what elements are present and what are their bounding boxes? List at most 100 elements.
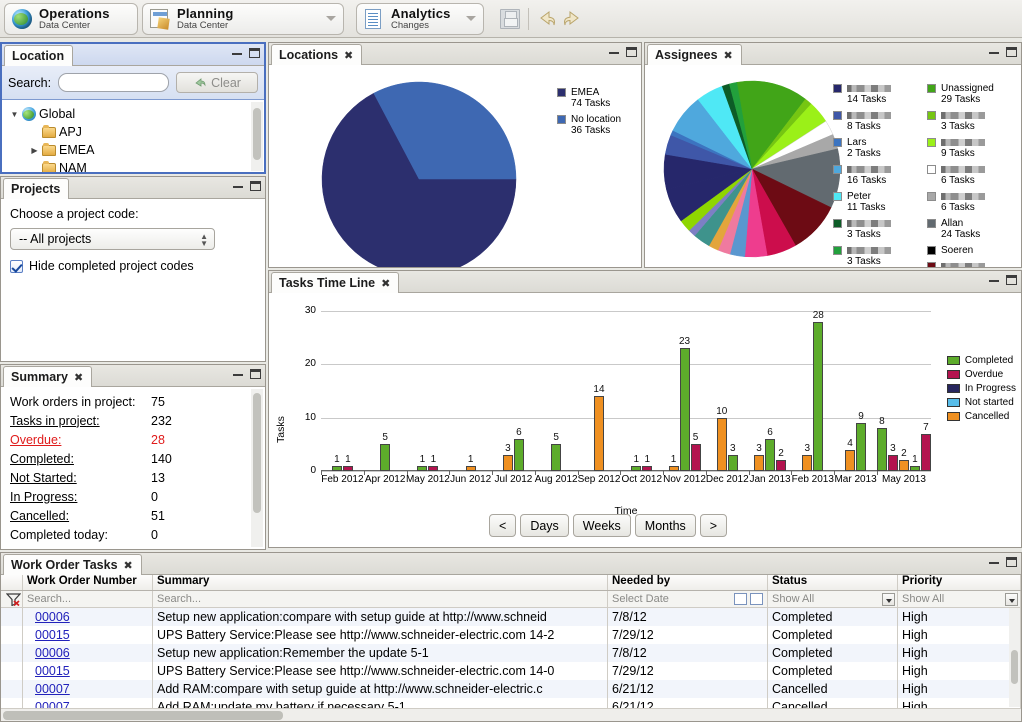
summary-key[interactable]: Completed: [1,452,151,466]
legend-item[interactable]: No location 36 Tasks [557,114,641,136]
bar[interactable]: 5 [690,432,701,471]
bar[interactable]: 10 [716,406,727,471]
close-icon[interactable]: ✖ [124,559,133,572]
summary-key[interactable]: Cancelled: [1,509,151,523]
bar[interactable]: 3 [887,443,898,471]
bar[interactable]: 1 [668,454,679,471]
close-icon[interactable]: ✖ [724,49,733,62]
table-vertical-scrollbar[interactable] [1009,608,1020,707]
perspective-button-analytics[interactable]: Analytics Changes [356,3,484,35]
expander-icon[interactable]: ▼ [10,110,19,119]
redo-arrow-icon[interactable] [562,9,582,29]
summary-key[interactable]: In Progress: [1,490,151,504]
tab-work-order-tasks[interactable]: Work Order Tasks ✖ [3,554,142,575]
scrollbar-thumb[interactable] [253,108,261,160]
chevron-down-icon[interactable] [1005,592,1018,606]
minimize-icon[interactable] [233,185,243,188]
bar[interactable]: 5 [551,432,562,471]
bar[interactable]: 2 [776,448,787,471]
bar[interactable]: 1 [331,454,342,471]
table-row[interactable]: 00015 UPS Battery Service:Please see htt… [1,626,1021,644]
granularity-button[interactable]: Months [634,514,696,537]
search-input[interactable] [58,73,169,92]
legend-item[interactable]: EMEA 74 Tasks [557,87,641,109]
legend-item[interactable]: Soeren [927,245,1019,256]
cell-work-order-number[interactable]: 00007 [23,680,153,698]
column-header-priority[interactable]: Priority [898,575,1021,590]
column-header-status[interactable]: Status [768,575,898,590]
hide-completed-row[interactable]: Hide completed project codes [10,259,256,273]
tab-assignees[interactable]: Assignees ✖ [647,44,742,65]
legend-item[interactable]: Peter 11 Tasks [833,191,925,213]
granularity-button[interactable]: < [489,514,517,537]
close-icon[interactable]: ✖ [74,371,83,384]
bar[interactable]: 28 [813,310,824,471]
location-tree[interactable]: ▼ Global APJ ▶ EMEA NAM [2,101,264,172]
column-header-needed-by[interactable]: Needed by [608,575,768,590]
column-header-work-order-number[interactable]: Work Order Number [23,575,153,590]
bar[interactable]: 5 [380,432,391,471]
close-icon[interactable]: ✖ [344,49,353,62]
tab-tasks-time-line[interactable]: Tasks Time Line ✖ [271,272,400,293]
cell-work-order-number[interactable]: 00015 [23,626,153,644]
bar[interactable]: 3 [502,443,513,471]
bar[interactable]: 3 [727,443,738,471]
tree-item-nam[interactable]: NAM [8,159,264,172]
filter-needed-by[interactable]: Select Date [608,590,768,608]
project-code-select[interactable]: -- All projects ▲ ▼ [10,228,215,250]
undo-arrow-icon[interactable] [537,9,557,29]
tab-location[interactable]: Location [4,45,74,66]
legend-item[interactable]: 21 Tasks [927,261,1019,267]
legend-item[interactable]: 3 Tasks [833,245,925,267]
tab-locations[interactable]: Locations ✖ [271,44,363,65]
table-horizontal-scrollbar[interactable] [1,708,1021,721]
minimize-icon[interactable] [989,51,999,54]
chevron-down-icon[interactable] [466,16,476,21]
minimize-icon[interactable] [989,279,999,282]
filter-priority[interactable]: Show All [898,590,1021,608]
maximize-icon[interactable] [626,47,637,57]
calendar-range-icon[interactable] [750,592,763,605]
maximize-icon[interactable] [1006,47,1017,57]
tab-projects[interactable]: Projects [3,178,70,199]
legend-item[interactable]: Unassigned 29 Tasks [927,83,1019,105]
scrollbar-thumb[interactable] [1011,650,1018,684]
filter-status[interactable]: Show All [768,590,898,608]
tree-item-global[interactable]: ▼ Global [8,105,264,123]
hide-completed-checkbox[interactable] [10,259,23,273]
bar[interactable]: 6 [765,427,776,471]
tree-item-apj[interactable]: APJ [8,123,264,141]
summary-key[interactable]: Not Started: [1,471,151,485]
bar[interactable]: 3 [754,443,765,471]
column-header-summary[interactable]: Summary [153,575,608,590]
legend-item[interactable]: 6 Tasks [927,164,1019,186]
bar[interactable]: 6 [513,427,524,471]
minimize-icon[interactable] [232,52,242,55]
legend-item[interactable]: 9 Tasks [927,137,1019,159]
perspective-button-planning[interactable]: Planning Data Center [142,3,344,35]
cell-work-order-number[interactable]: 00006 [23,644,153,662]
perspective-button-operations[interactable]: Operations Data Center [4,3,138,35]
bar[interactable]: 1 [428,454,439,471]
bar[interactable]: 23 [679,336,690,471]
bar[interactable]: 1 [465,454,476,471]
granularity-button[interactable]: Days [520,514,569,537]
cell-work-order-number[interactable]: 00015 [23,662,153,680]
tab-summary[interactable]: Summary ✖ [3,366,93,387]
clear-filter-icon[interactable] [1,590,23,608]
legend-item[interactable]: Allan 24 Tasks [927,218,1019,240]
summary-key[interactable]: Tasks in project: [1,414,151,428]
maximize-icon[interactable] [250,369,261,379]
stepper-icon[interactable]: ▲ ▼ [200,233,208,248]
bar[interactable]: 2 [898,448,909,471]
bar[interactable]: 1 [342,454,353,471]
granularity-button[interactable]: Weeks [572,514,631,537]
scrollbar-thumb[interactable] [253,393,261,513]
bar[interactable]: 8 [876,416,887,471]
location-scrollbar[interactable] [251,102,263,171]
clear-button[interactable]: Clear [176,72,258,93]
close-icon[interactable]: ✖ [381,277,390,290]
maximize-icon[interactable] [250,181,261,191]
save-floppy-icon[interactable] [500,9,520,29]
bar[interactable]: 4 [845,438,856,471]
